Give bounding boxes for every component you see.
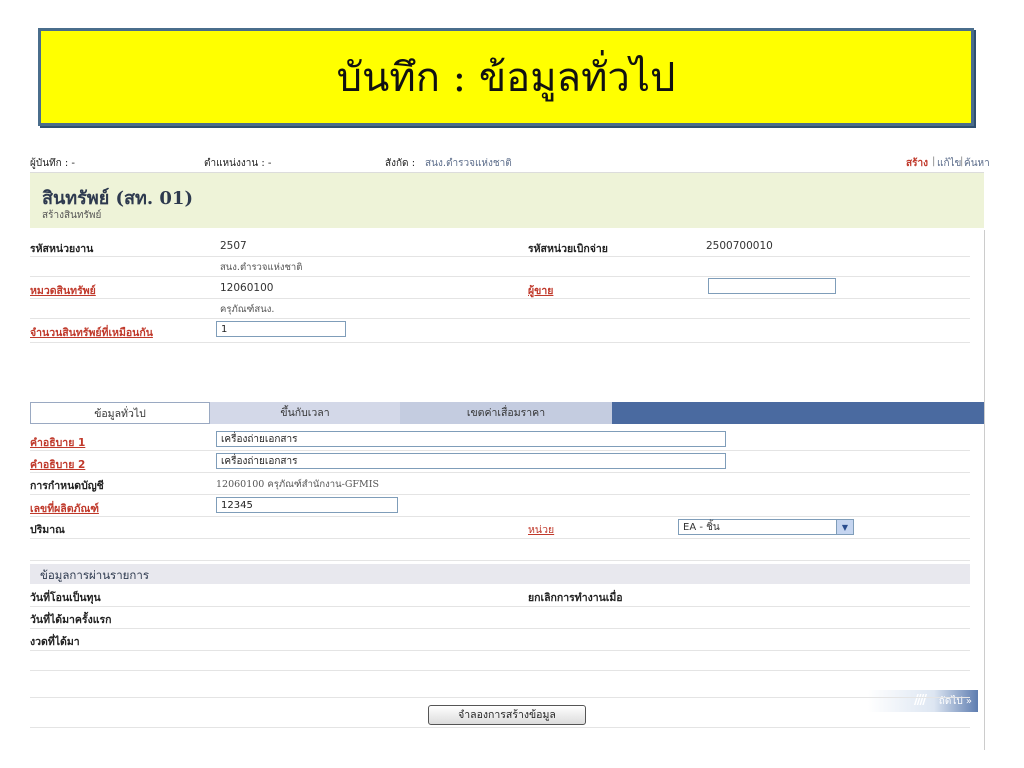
create-link[interactable]: สร้าง <box>906 156 928 171</box>
form-row <box>30 650 970 671</box>
desc2-link[interactable]: คำอธิบาย 2 <box>30 456 85 473</box>
form-row <box>30 538 970 561</box>
form-row: สนง.ตำรวจแห่งชาติ <box>30 256 970 277</box>
tab-depreciation-area[interactable]: เขตค่าเสื่อมราคา <box>400 402 612 424</box>
form-row: เลขที่ผลิตภัณฑ์ 12345 <box>30 494 970 517</box>
posting-section-title: ข้อมูลการผ่านรายการ <box>40 568 150 582</box>
account-label: การกำหนดบัญชี <box>30 480 104 492</box>
product-no-link[interactable]: เลขที่ผลิตภัณฑ์ <box>30 500 99 517</box>
desc2-input[interactable]: เครื่องถ่ายเอกสาร <box>216 453 726 469</box>
form-row: การกำหนดบัญชี 12060100 ครุภัณฑ์สำนักงาน-… <box>30 472 970 495</box>
unit-name-value: สนง.ตำรวจแห่งชาติ <box>220 262 303 273</box>
simulate-create-button[interactable]: จำลองการสร้างข้อมูล <box>428 705 586 725</box>
slide-title: บันทึก : ข้อมูลทั่วไป <box>336 55 676 101</box>
disburse-code-label: รหัสหน่วยเบิกจ่าย <box>528 243 608 255</box>
divider <box>30 696 970 698</box>
acquisition-period-label: งวดที่ได้มา <box>30 636 80 648</box>
posting-section-header: ข้อมูลการผ่านรายการ <box>30 564 970 584</box>
form-row: รหัสหน่วยงาน 2507 รหัสหน่วยเบิกจ่าย 2500… <box>30 236 970 257</box>
disburse-code-value: 2500700010 <box>706 240 773 252</box>
similar-count-link[interactable]: จำนวนสินทรัพย์ที่เหมือนกัน <box>30 324 153 341</box>
chevron-down-icon[interactable]: ▼ <box>836 520 853 534</box>
unit-select-value: EA - ชิ้น <box>683 522 720 533</box>
action-separator: | <box>932 156 936 167</box>
form-row: หมวดสินทรัพย์ 12060100 ผู้ขาย <box>30 276 970 299</box>
action-separator: | <box>960 156 964 167</box>
form-row: งวดที่ได้มา <box>30 628 970 651</box>
tab-time-dependent[interactable]: ขึ้นกับเวลา <box>210 402 400 424</box>
product-no-input[interactable]: 12345 <box>216 497 398 513</box>
form-row: คำอธิบาย 2 เครื่องถ่ายเอกสาร <box>30 450 970 473</box>
unit-link[interactable]: หน่วย <box>528 521 554 538</box>
asset-category-link[interactable]: หมวดสินทรัพย์ <box>30 282 96 299</box>
divider <box>30 726 970 728</box>
asset-category-code: 12060100 <box>220 282 274 294</box>
tab-bar: ข้อมูลทั่วไป ขึ้นกับเวลา เขตค่าเสื่อมราค… <box>30 402 984 424</box>
form-row: วันที่ได้มาครั้งแรก <box>30 606 970 629</box>
desc1-input[interactable]: เครื่องถ่ายเอกสาร <box>216 431 726 447</box>
form-row: จำนวนสินทรัพย์ที่เหมือนกัน 1 <box>30 318 970 343</box>
page-subtitle: สร้างสินทรัพย์ <box>42 210 102 221</box>
tab-general[interactable]: ข้อมูลทั่วไป <box>30 402 210 424</box>
form-row: คำอธิบาย 1 เครื่องถ่ายเอกสาร <box>30 428 970 451</box>
capitalize-date-label: วันที่โอนเป็นทุน <box>30 592 101 604</box>
slide-title-banner: บันทึก : ข้อมูลทั่วไป <box>38 28 974 126</box>
form-row: วันที่โอนเป็นทุน ยกเลิกการทำงานเมื่อ <box>30 584 970 607</box>
form-row: ปริมาณ หน่วย EA - ชิ้น ▼ <box>30 516 970 539</box>
affiliation-value: สนง.ตำรวจแห่งชาติ <box>425 158 512 169</box>
similar-count-input[interactable]: 1 <box>216 321 346 337</box>
position-label: ตำแหน่งงาน : - <box>204 158 272 169</box>
edit-link[interactable]: แก้ไข <box>937 156 961 171</box>
unit-select[interactable]: EA - ชิ้น ▼ <box>678 519 854 535</box>
seller-input[interactable] <box>708 278 836 294</box>
cancel-date-label: ยกเลิกการทำงานเมื่อ <box>528 592 623 604</box>
asset-category-name: ครุภัณฑ์สนง. <box>220 304 275 315</box>
recorder-label: ผู้บันทึก : - <box>30 158 76 169</box>
first-acquired-label: วันที่ได้มาครั้งแรก <box>30 614 112 626</box>
seller-link[interactable]: ผู้ขาย <box>528 282 553 299</box>
search-link[interactable]: ค้นหา <box>964 156 990 171</box>
form-row: ครุภัณฑ์สนง. <box>30 298 970 319</box>
desc1-link[interactable]: คำอธิบาย 1 <box>30 434 85 451</box>
user-info-bar: ผู้บันทึก : - ตำแหน่งงาน : - สังกัด : สน… <box>30 150 990 173</box>
unit-code-value: 2507 <box>220 240 247 252</box>
quantity-label: ปริมาณ <box>30 524 65 536</box>
account-value: 12060100 ครุภัณฑ์สำนักงาน-GFMIS <box>216 479 380 490</box>
next-button[interactable]: //// ถัดไป » <box>868 690 978 712</box>
affiliation-label: สังกัด : <box>385 158 416 169</box>
unit-code-label: รหัสหน่วยงาน <box>30 243 94 255</box>
page-header: สินทรัพย์ (สท. 01) สร้างสินทรัพย์ <box>30 173 984 228</box>
asset-form-panel: รหัสหน่วยงาน 2507 รหัสหน่วยเบิกจ่าย 2500… <box>30 230 985 750</box>
